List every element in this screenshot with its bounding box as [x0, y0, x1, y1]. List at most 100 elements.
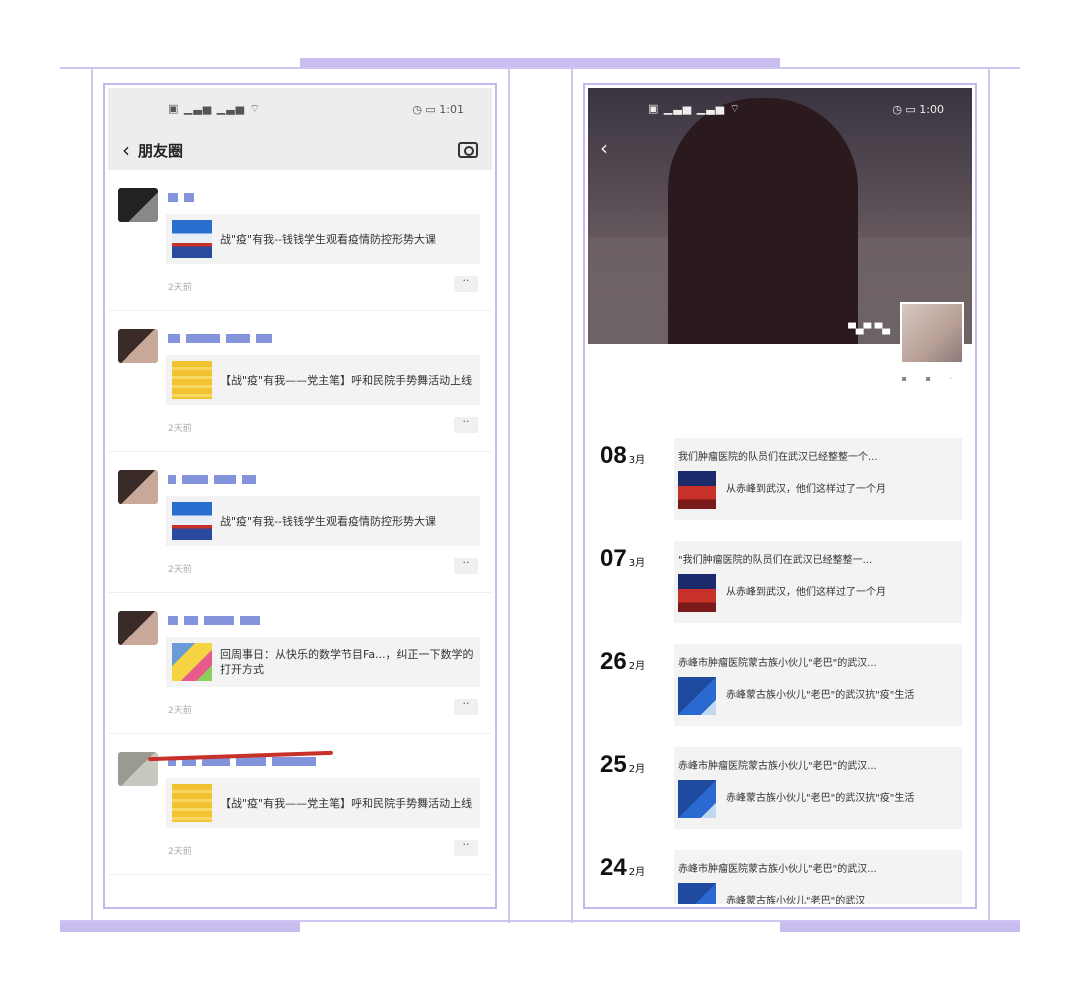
nickname-blur: [242, 474, 256, 484]
camera-icon[interactable]: [458, 142, 478, 158]
more-options-button[interactable]: ··: [454, 416, 478, 433]
chevron-left-icon: ‹: [122, 138, 130, 162]
post-time: 2天前: [168, 565, 192, 575]
shared-article-card[interactable]: 赤峰蒙古族小伙儿"老巴"的武汉抗"疫"生活: [674, 672, 962, 720]
status-clock-right: ◷ ▭ 1:00: [892, 102, 944, 116]
shared-article-card[interactable]: 【战"疫"有我——党主笔】呼和民院手势舞活动上线: [166, 778, 480, 828]
nickname-blurred[interactable]: [168, 474, 256, 484]
article-thumbnail: [678, 574, 716, 612]
post-time: 2天前: [168, 283, 192, 293]
shared-article-card[interactable]: 战"疫"有我--钱钱学生观看疫情防控形势大课: [166, 496, 480, 546]
nickname-blur: [256, 333, 272, 343]
deco-line-bottom: [60, 920, 1020, 922]
shared-article-card[interactable]: 回周事日：从快乐的数学节目Fa...，纠正一下数学的打开方式: [166, 637, 480, 687]
post-time: 2天前: [168, 424, 192, 434]
signal-icon: ▣ ▁▃▅ ▁▃▅ ⌔: [168, 102, 261, 115]
album-post[interactable]: 25 2月 赤峰市肿瘤医院蒙古族小伙儿"老巴"的武汉... 赤峰蒙古族小伙儿"老…: [588, 747, 972, 837]
deco-bar-bottom-right: [780, 922, 1020, 932]
post-month: 3月: [628, 558, 646, 569]
nickname-blur: [168, 474, 176, 484]
moments-list: 战"疫"有我--钱钱学生观看疫情防控形势大课 2天前 ·· 【战"疫"有我——党…: [108, 170, 492, 875]
deco-bar-bottom-left: [60, 922, 300, 932]
album-post[interactable]: 24 2月 赤峰市肿瘤医院蒙古族小伙儿"老巴"的武汉... 赤峰蒙古族小伙儿"老…: [588, 850, 972, 904]
cover-silhouette: [668, 98, 858, 344]
post-month: 2月: [628, 661, 646, 672]
nickname-blur: [168, 192, 178, 202]
post-text: 我们肿瘤医院的队员们在武汉已经整整一个...: [678, 452, 878, 463]
back-button[interactable]: ‹ 朋友圈: [122, 138, 183, 162]
more-options-button[interactable]: ··: [454, 698, 478, 715]
article-thumbnail: [678, 883, 716, 904]
deco-line-right: [988, 67, 990, 923]
collage: ▣ ▁▃▅ ▁▃▅ ⌔ ◷ ▭ 1:01 ‹ 朋友圈 战"疫"有我--钱钱学生观…: [0, 0, 1080, 986]
post-time: 2天前: [168, 706, 192, 716]
back-icon[interactable]: ‹: [600, 136, 608, 160]
avatar[interactable]: [118, 188, 158, 222]
shared-article-card[interactable]: 赤峰蒙古族小伙儿"老巴"的武汉抗"疫"生活: [674, 775, 962, 823]
post-time: 2天前: [168, 847, 192, 857]
post-date: 08 3月: [600, 442, 645, 470]
post-date: 25 2月: [600, 751, 645, 779]
profile-name-blurred: ▀▄▀ ▀▄: [848, 324, 890, 335]
article-thumbnail: [172, 784, 212, 822]
nickname-blurred[interactable]: [168, 615, 260, 625]
moment-item: 回周事日：从快乐的数学节目Fa...，纠正一下数学的打开方式 2天前 ··: [108, 593, 492, 734]
nickname-blur: [240, 615, 260, 625]
nickname-blur: [168, 333, 180, 343]
avatar[interactable]: [118, 470, 158, 504]
album-post[interactable]: 07 3月 "我们肿瘤医院的队员们在武汉已经整整一... 从赤峰到武汉，他们这样…: [588, 541, 972, 631]
signature-dots: ▪ ▪ ·: [901, 374, 960, 383]
deco-line-mid2: [571, 67, 573, 923]
shared-article-card[interactable]: 从赤峰到武汉，他们这样过了一个月: [674, 466, 962, 514]
nav-bar: ‹ 朋友圈: [108, 130, 492, 170]
post-month: 2月: [628, 764, 646, 775]
nickname-blurred[interactable]: [168, 333, 272, 343]
post-day: 25: [600, 751, 627, 778]
article-title: 赤峰蒙古族小伙儿"老巴"的武汉抗"疫"生活: [726, 690, 915, 701]
article-thumbnail: [172, 220, 212, 258]
more-options-button[interactable]: ··: [454, 839, 478, 856]
shared-article-card[interactable]: 从赤峰到武汉，他们这样过了一个月: [674, 569, 962, 617]
article-title: 回周事日：从快乐的数学节目Fa...，纠正一下数学的打开方式: [220, 648, 474, 676]
album-screen: ▣ ▁▃▅ ▁▃▅ ⌔ ◷ ▭ 1:00 ‹ ▀▄▀ ▀▄ ▪ ▪ · 08 3…: [588, 88, 972, 904]
post-day: 24: [600, 854, 627, 881]
article-thumbnail: [678, 780, 716, 818]
nickname-blurred[interactable]: [168, 192, 194, 202]
post-day: 26: [600, 648, 627, 675]
post-date: 24 2月: [600, 854, 645, 882]
profile-avatar[interactable]: [900, 302, 964, 364]
article-thumbnail: [678, 471, 716, 509]
top-bar: ▣ ▁▃▅ ▁▃▅ ⌔ ◷ ▭ 1:01 ‹ 朋友圈: [108, 88, 492, 170]
deco-line-left: [91, 67, 93, 923]
album-post[interactable]: 26 2月 赤峰市肿瘤医院蒙古族小伙儿"老巴"的武汉... 赤峰蒙古族小伙儿"老…: [588, 644, 972, 734]
deco-bar-top: [300, 58, 780, 67]
more-options-button[interactable]: ··: [454, 557, 478, 574]
deco-line-mid1: [508, 67, 510, 923]
status-time: 1:01: [439, 102, 464, 116]
article-title: 【战"疫"有我——党主笔】呼和民院手势舞活动上线: [220, 373, 473, 387]
moment-item: 战"疫"有我--钱钱学生观看疫情防控形势大课 2天前 ··: [108, 452, 492, 593]
article-title: 赤峰蒙古族小伙儿"老巴"的武汉抗"疫"生活: [726, 793, 915, 804]
shared-article-card[interactable]: 【战"疫"有我——党主笔】呼和民院手势舞活动上线: [166, 355, 480, 405]
article-title: 从赤峰到武汉，他们这样过了一个月: [726, 484, 886, 495]
more-options-button[interactable]: ··: [454, 275, 478, 292]
shared-article-card[interactable]: 战"疫"有我--钱钱学生观看疫情防控形势大课: [166, 214, 480, 264]
shared-article-card[interactable]: 赤峰蒙古族小伙儿"老巴"的武汉: [674, 878, 962, 904]
deco-line-top: [60, 67, 1020, 69]
article-thumbnail: [172, 643, 212, 681]
moment-item: 战"疫"有我--钱钱学生观看疫情防控形势大课 2天前 ··: [108, 170, 492, 311]
post-text: "我们肿瘤医院的队员们在武汉已经整整一...: [678, 555, 873, 566]
article-title: 战"疫"有我--钱钱学生观看疫情防控形势大课: [220, 232, 437, 246]
article-thumbnail: [172, 361, 212, 399]
avatar[interactable]: [118, 329, 158, 363]
nickname-blur: [226, 333, 250, 343]
post-month: 3月: [628, 455, 646, 466]
avatar[interactable]: [118, 611, 158, 645]
status-bar: ▣ ▁▃▅ ▁▃▅ ⌔ ◷ ▭ 1:01: [108, 88, 492, 130]
nickname-blur: [214, 474, 236, 484]
nickname-blur: [204, 615, 234, 625]
article-thumbnail: [172, 502, 212, 540]
post-text: 赤峰市肿瘤医院蒙古族小伙儿"老巴"的武汉...: [678, 864, 877, 875]
album-post[interactable]: 08 3月 我们肿瘤医院的队员们在武汉已经整整一个... 从赤峰到武汉，他们这样…: [588, 438, 972, 528]
moment-item: 【战"疫"有我——党主笔】呼和民院手势舞活动上线 2天前 ··: [108, 311, 492, 452]
